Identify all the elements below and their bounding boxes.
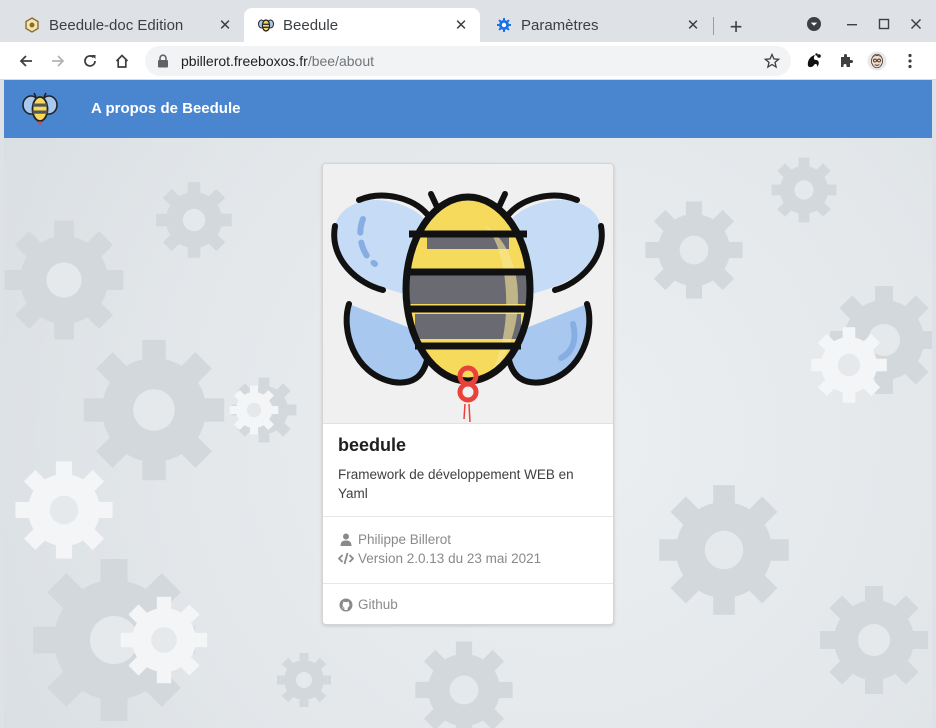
bee-illustration bbox=[323, 164, 613, 424]
version-text: Version 2.0.13 du 23 mai 2021 bbox=[358, 551, 542, 566]
code-icon bbox=[338, 552, 354, 566]
browser-toolbar: pbillerot.freeboxos.fr/bee/about bbox=[0, 42, 936, 80]
project-description: Framework de développement WEB en Yaml bbox=[338, 467, 574, 501]
new-tab-button[interactable]: + bbox=[722, 13, 750, 41]
user-icon bbox=[338, 533, 354, 547]
forward-icon[interactable] bbox=[44, 47, 72, 75]
github-icon bbox=[338, 598, 354, 612]
close-icon[interactable]: ✕ bbox=[216, 16, 234, 34]
maximize-icon[interactable] bbox=[872, 12, 896, 36]
tab-strip: Beedule-doc Edition ✕ Beedule ✕ Paramètr… bbox=[0, 0, 936, 42]
tab-title: Beedule-doc Edition bbox=[49, 16, 184, 34]
lock-icon[interactable] bbox=[157, 54, 171, 68]
tab-search-icon[interactable] bbox=[802, 12, 826, 36]
home-icon[interactable] bbox=[108, 47, 136, 75]
project-name: beedule bbox=[338, 435, 407, 455]
divider bbox=[323, 583, 613, 584]
close-icon[interactable]: ✕ bbox=[452, 16, 470, 34]
divider bbox=[323, 516, 613, 517]
github-link[interactable]: Github bbox=[338, 597, 398, 612]
url-host: pbillerot.freeboxos.fr bbox=[181, 53, 308, 69]
menu-kebab-icon[interactable] bbox=[900, 51, 920, 71]
reload-icon[interactable] bbox=[76, 47, 104, 75]
tab-title: Paramètres bbox=[521, 16, 599, 34]
bookmark-star-icon[interactable] bbox=[763, 52, 781, 70]
tab-beedule[interactable]: Beedule ✕ bbox=[244, 8, 480, 42]
gear-icon bbox=[496, 17, 512, 33]
author-line: Philippe Billerot bbox=[338, 532, 451, 547]
version-line: Version 2.0.13 du 23 mai 2021 bbox=[338, 551, 541, 566]
minimize-icon[interactable] bbox=[840, 12, 864, 36]
about-card: beedule Framework de développement WEB e… bbox=[322, 163, 614, 625]
bee-icon bbox=[258, 17, 274, 33]
url-path: /bee/about bbox=[307, 53, 375, 69]
app-header: A propos de Beedule bbox=[4, 80, 932, 138]
tab-separator bbox=[713, 17, 714, 35]
tab-beedule-doc[interactable]: Beedule-doc Edition ✕ bbox=[10, 8, 244, 42]
extensions-puzzle-icon[interactable] bbox=[836, 51, 856, 71]
hexagon-doc-icon bbox=[24, 17, 40, 33]
address-bar[interactable]: pbillerot.freeboxos.fr/bee/about bbox=[145, 46, 791, 76]
github-link-label: Github bbox=[358, 597, 398, 612]
author-name: Philippe Billerot bbox=[358, 532, 452, 547]
gnome-extension-icon[interactable] bbox=[804, 51, 824, 71]
page-title: A propos de Beedule bbox=[91, 100, 241, 117]
close-icon[interactable]: ✕ bbox=[684, 16, 702, 34]
beedule-logo[interactable] bbox=[22, 92, 58, 126]
page-content: A propos de Beedule beedule Framework de… bbox=[4, 80, 932, 728]
back-icon[interactable] bbox=[12, 47, 40, 75]
profile-avatar-icon[interactable] bbox=[867, 51, 887, 71]
tab-title: Beedule bbox=[283, 16, 339, 34]
url-text: pbillerot.freeboxos.fr/bee/about bbox=[181, 53, 374, 69]
tab-parametres[interactable]: Paramètres ✕ bbox=[482, 8, 712, 42]
window-close-icon[interactable] bbox=[904, 12, 928, 36]
